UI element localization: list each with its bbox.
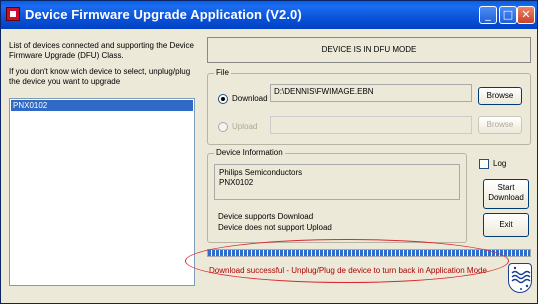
- title-bar[interactable]: Device Firmware Upgrade Application (V2.…: [1, 1, 537, 29]
- upload-path-field[interactable]: [270, 116, 472, 134]
- philips-logo-icon: [511, 266, 531, 290]
- download-radio[interactable]: [218, 94, 228, 104]
- upload-support-text: Device does not support Upload: [218, 223, 332, 232]
- log-checkbox[interactable]: [479, 159, 489, 169]
- device-product: PNX0102: [219, 178, 254, 187]
- maximize-button[interactable]: □: [499, 6, 517, 24]
- device-info-group-label: Device Information: [214, 148, 285, 157]
- annotation-ellipse: [185, 239, 509, 283]
- dfu-window: Device Firmware Upgrade Application (V2.…: [0, 0, 538, 304]
- log-checkbox-label[interactable]: Log: [493, 159, 506, 168]
- download-path-field[interactable]: D:\DENNIS\FWIMAGE.EBN: [270, 84, 472, 102]
- minimize-button[interactable]: _: [479, 6, 497, 24]
- description-text-2: If you don't know wich device to select,…: [9, 67, 191, 86]
- download-radio-label[interactable]: Download: [232, 94, 268, 103]
- device-list-description: List of devices connected and supporting…: [9, 41, 195, 93]
- download-support-text: Device supports Download: [218, 212, 314, 221]
- start-download-button[interactable]: Start Download: [483, 179, 529, 209]
- device-list-item[interactable]: PNX0102: [11, 100, 193, 111]
- close-button[interactable]: ✕: [517, 6, 535, 24]
- file-group-label: File: [214, 68, 231, 77]
- exit-button[interactable]: Exit: [483, 213, 529, 237]
- upload-radio[interactable]: [218, 122, 228, 132]
- app-icon: [6, 7, 20, 21]
- dfu-mode-status: DEVICE IS IN DFU MODE: [207, 37, 531, 63]
- download-browse-button[interactable]: Browse: [478, 87, 522, 105]
- upload-radio-label[interactable]: Upload: [232, 122, 257, 131]
- file-group: File Download D:\DENNIS\FWIMAGE.EBN Brow…: [207, 68, 531, 145]
- device-list[interactable]: PNX0102: [9, 98, 195, 286]
- start-download-label-2: Download: [488, 193, 524, 202]
- device-info-group: Device Information Philips Semiconductor…: [207, 148, 467, 243]
- device-info-box: Philips Semiconductors PNX0102: [214, 164, 460, 200]
- window-title: Device Firmware Upgrade Application (V2.…: [25, 7, 302, 22]
- device-manufacturer: Philips Semiconductors: [219, 168, 303, 177]
- philips-shield-logo: [508, 263, 532, 293]
- upload-browse-button[interactable]: Browse: [478, 116, 522, 134]
- description-text-1: List of devices connected and supporting…: [9, 41, 195, 60]
- start-download-label-1: Start: [497, 183, 515, 192]
